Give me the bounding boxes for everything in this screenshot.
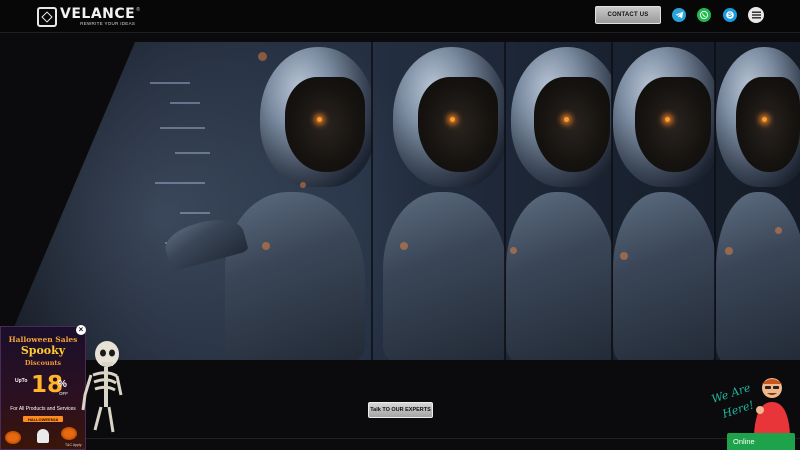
robot-face: [635, 77, 711, 172]
bokeh-light: [510, 247, 517, 254]
hero-banner-image: [0, 42, 800, 360]
robot-eye: [762, 117, 767, 122]
pumpkin-icon: [61, 427, 77, 440]
robot-panel: [613, 42, 715, 360]
logo-mark-icon: [37, 7, 57, 27]
promo-title: Halloween Sales: [8, 335, 78, 344]
robot-body: [383, 192, 505, 360]
promo-off: OFF: [59, 391, 68, 396]
robot-panel: [135, 42, 372, 360]
top-navbar: VELANCE REWRITE YOUR IDEAS ® CONTACT US …: [0, 0, 800, 33]
bokeh-light: [258, 52, 267, 61]
telegram-icon[interactable]: [672, 8, 686, 22]
velance-logo[interactable]: VELANCE REWRITE YOUR IDEAS ®: [37, 6, 140, 28]
robot-body: [716, 192, 800, 360]
robot-body: [613, 192, 715, 360]
bokeh-light: [262, 242, 270, 250]
skype-icon[interactable]: S: [723, 8, 737, 22]
logo-name: VELANCE: [60, 6, 136, 23]
robot-body: [225, 192, 365, 360]
bokeh-light: [400, 242, 408, 250]
logo-tagline: REWRITE YOUR IDEAS: [80, 21, 136, 27]
promo-subtitle: Discounts: [24, 359, 62, 367]
halloween-promo-popup[interactable]: Halloween Sales Spooky Discounts UpTo 18…: [0, 326, 86, 450]
robot-face: [418, 77, 498, 172]
talk-to-experts-button[interactable]: Talk TO OUR EXPERTS: [368, 402, 433, 418]
bokeh-light: [775, 227, 782, 234]
skeleton-illustration: [81, 341, 123, 433]
chat-online-status[interactable]: Online: [727, 433, 795, 450]
promo-code-button[interactable]: HALLOWEEN18: [23, 416, 63, 422]
logo-trademark: ®: [136, 7, 140, 13]
robot-face: [736, 77, 800, 172]
promo-percent-sign: %: [58, 379, 67, 390]
bokeh-light: [620, 252, 628, 260]
chat-agent-avatar[interactable]: [750, 376, 794, 434]
robot-eye: [317, 117, 322, 122]
robot-eye: [564, 117, 569, 122]
robot-panel: [506, 42, 612, 360]
robot-face: [285, 77, 365, 172]
bokeh-light: [725, 247, 733, 255]
svg-text:S: S: [728, 13, 732, 19]
hero-dark-wedge: [0, 42, 135, 360]
pumpkin-icon: [5, 431, 21, 444]
robot-eye: [665, 117, 670, 122]
page: VELANCE REWRITE YOUR IDEAS ® CONTACT US …: [0, 0, 800, 450]
promo-for-text: For All Products and Services: [10, 406, 76, 412]
robot-eye: [450, 117, 455, 122]
menu-icon[interactable]: [748, 7, 764, 23]
logo-text: VELANCE REWRITE YOUR IDEAS: [60, 7, 135, 27]
bokeh-light: [300, 182, 306, 188]
whatsapp-icon[interactable]: [697, 8, 711, 22]
robot-panel: [716, 42, 800, 360]
robot-face: [534, 77, 610, 172]
promo-headline: Spooky: [20, 344, 66, 357]
ghost-icon: [37, 429, 49, 443]
close-icon[interactable]: ×: [76, 325, 86, 335]
section-divider: [0, 438, 800, 439]
promo-terms: T&C Apply: [65, 443, 82, 447]
promo-upto: UpTo: [15, 378, 28, 384]
contact-us-button[interactable]: CONTACT US: [595, 6, 661, 24]
robot-panel: [373, 42, 505, 360]
robot-body: [506, 192, 612, 360]
